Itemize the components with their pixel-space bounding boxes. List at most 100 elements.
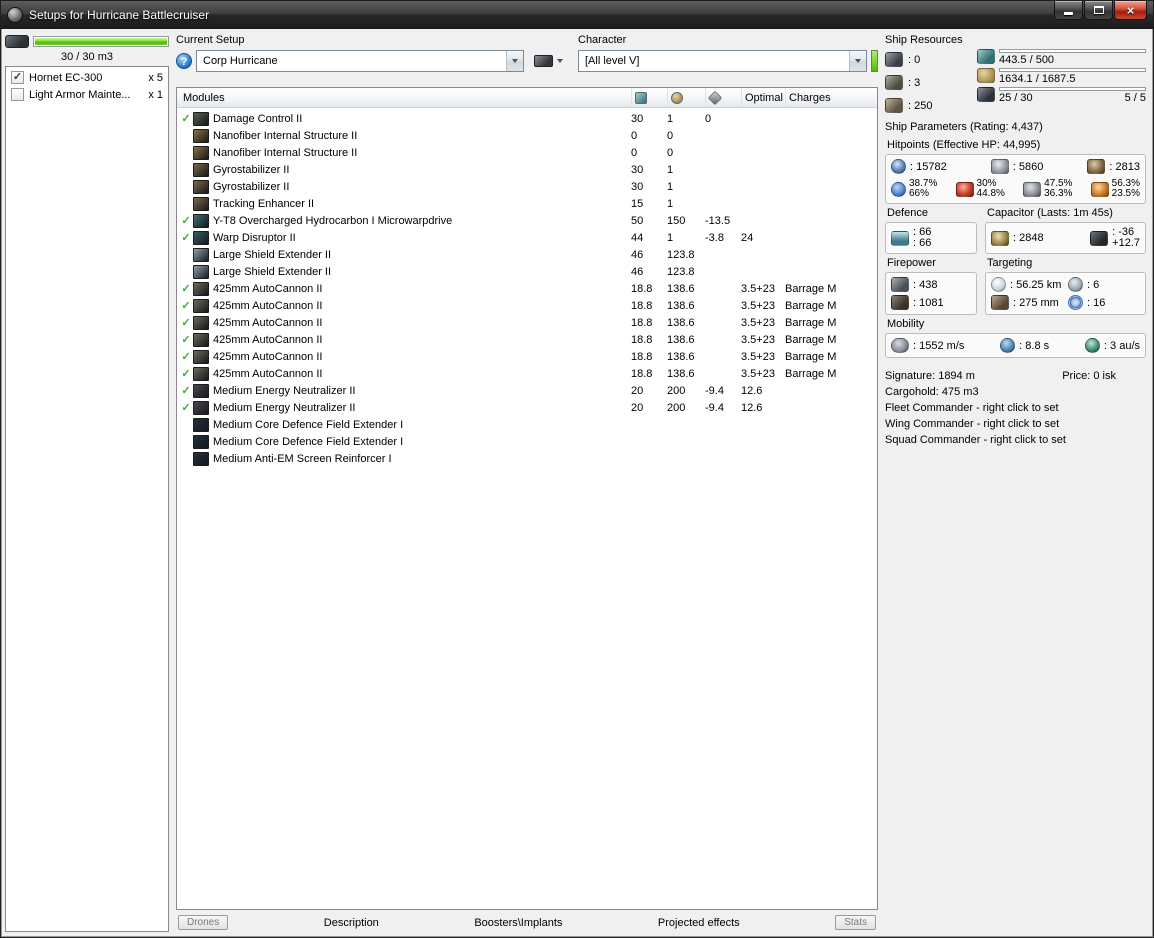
ship-parameters-title: Ship Parameters (Rating: 4,437) xyxy=(885,121,1043,133)
module-row[interactable]: ✓ Warp Disruptor II 44 1 -3.8 24 xyxy=(177,229,877,246)
module-row[interactable]: ✓ 425mm AutoCannon II 18.8 138.6 3.5+23 Barra… xyxy=(177,280,877,297)
module-charge-value: Barrage M xyxy=(785,333,837,346)
charges-column-header[interactable]: Charges xyxy=(785,88,877,107)
wing-commander-hint[interactable]: Wing Commander - right click to set xyxy=(885,416,1146,432)
module-row[interactable]: ✓ Y-T8 Overcharged Hydrocarbon I Microwar… xyxy=(177,212,877,229)
module-pg-value: 138.6 xyxy=(667,333,695,346)
drone-count-text: 5 / 5 xyxy=(1124,92,1146,104)
launcher-hardpoints: : 3 xyxy=(885,74,969,91)
drone-list[interactable]: ✓ Hornet EC-300 x 5 Light Armor Mainte... x … xyxy=(5,66,169,932)
module-cpu-value: 15 xyxy=(631,197,644,210)
module-row[interactable]: ✓ Medium Energy Neutralizer II 20 200 -9.4 12… xyxy=(177,382,877,399)
module-row[interactable]: Large Shield Extender II 46 123.8 xyxy=(177,263,877,280)
module-row[interactable]: Medium Core Defence Field Extender I xyxy=(177,416,877,433)
module-name: Warp Disruptor II xyxy=(213,231,296,244)
turret-hardpoints-icon xyxy=(885,52,903,67)
ship-tool-icon xyxy=(533,55,553,67)
capacitor-amount: : 2848 xyxy=(991,230,1044,246)
tab-projected-effects[interactable]: Projected effects xyxy=(658,917,740,929)
module-cpu-value: 18.8 xyxy=(631,350,653,363)
setup-select-arrow[interactable] xyxy=(506,51,523,71)
module-pg-value: 200 xyxy=(667,384,686,397)
bottom-tabbar: Drones Description Boosters\Implants Pro… xyxy=(176,913,878,932)
drone-bay-icon xyxy=(5,35,29,48)
module-row[interactable]: Nanofiber Internal Structure II 0 0 xyxy=(177,127,877,144)
tab-description[interactable]: Description xyxy=(324,917,379,929)
tab-boosters-implants[interactable]: Boosters\Implants xyxy=(474,917,562,929)
shield-recharge-icon xyxy=(891,230,909,246)
module-pg-value: 1 xyxy=(667,231,674,244)
module-row[interactable]: Medium Anti-EM Screen Reinforcer I xyxy=(177,450,877,467)
setup-select[interactable]: Corp Hurricane xyxy=(196,50,524,72)
module-row[interactable]: ✓ 425mm AutoCannon II 18.8 138.6 3.5+23 Barra… xyxy=(177,297,877,314)
module-cpu-value: 30 xyxy=(631,163,644,176)
module-icon xyxy=(193,145,209,160)
signature-radius: Signature: 1894 m xyxy=(885,370,975,382)
setup-tools-button[interactable] xyxy=(528,50,568,72)
module-row[interactable]: ✓ Damage Control II 30 1 0 xyxy=(177,110,877,127)
module-active-check-icon: ✓ xyxy=(181,232,191,244)
fitting-panel: Current Setup Corp Hurricane xyxy=(176,34,878,932)
module-pg-value: 1 xyxy=(667,180,674,193)
module-name: Medium Energy Neutralizer II xyxy=(213,384,356,397)
optimal-column-header[interactable]: Optimal xyxy=(741,88,785,107)
setup-row: Current Setup Corp Hurricane xyxy=(176,34,878,80)
powergrid-column-header[interactable] xyxy=(667,88,705,107)
capacitor-recharge-value: +12.7 xyxy=(1112,237,1140,249)
drone-checkbox[interactable]: ✓ xyxy=(11,71,24,84)
modules-table: Modules Optimal Charges ✓ Damage Control … xyxy=(176,87,878,910)
module-icon xyxy=(193,383,209,398)
app-icon xyxy=(7,7,23,23)
drone-checkbox[interactable] xyxy=(11,88,24,101)
module-row[interactable]: Gyrostabilizer II 30 1 xyxy=(177,161,877,178)
drone-label: Light Armor Mainte... xyxy=(29,88,131,101)
character-select-arrow[interactable] xyxy=(849,51,866,71)
drone-bandwidth-icon xyxy=(977,87,995,102)
module-active-check-icon: ✓ xyxy=(181,368,191,380)
tab-stats[interactable]: Stats xyxy=(835,915,876,930)
module-row[interactable]: Large Shield Extender II 46 123.8 xyxy=(177,246,877,263)
squad-commander-hint[interactable]: Squad Commander - right click to set xyxy=(885,432,1146,448)
character-select[interactable]: [All level V] xyxy=(578,50,867,72)
targeting-range: : 56.25 km xyxy=(991,277,1064,292)
module-row[interactable]: Gyrostabilizer II 30 1 xyxy=(177,178,877,195)
minimize-button[interactable] xyxy=(1054,1,1083,20)
drone-bay-header xyxy=(5,34,169,49)
module-name: Nanofiber Internal Structure II xyxy=(213,129,358,142)
module-row[interactable]: Nanofiber Internal Structure II 0 0 xyxy=(177,144,877,161)
module-name: Medium Core Defence Field Extender I xyxy=(213,418,404,431)
module-row[interactable]: Tracking Enhancer II 15 1 xyxy=(177,195,877,212)
module-row[interactable]: ✓ 425mm AutoCannon II 18.8 138.6 3.5+23 Barra… xyxy=(177,314,877,331)
em-resist: 38.7% 66% xyxy=(891,179,937,199)
defence-box: : 66 : 66 xyxy=(885,222,977,254)
module-active-check-icon: ✓ xyxy=(181,351,191,363)
defence-title: Defence xyxy=(887,207,928,219)
help-icon[interactable] xyxy=(176,53,192,69)
tab-drones[interactable]: Drones xyxy=(178,915,229,930)
close-button[interactable]: × xyxy=(1114,1,1147,20)
capacitor-title: Capacitor (Lasts: 1m 45s) xyxy=(987,207,1113,219)
module-row[interactable]: ✓ Medium Energy Neutralizer II 20 200 -9.4 12… xyxy=(177,399,877,416)
powergrid-usage-text: 1634.1 / 1687.5 xyxy=(999,73,1076,85)
titlebar[interactable]: Setups for Hurricane Battlecruiser × xyxy=(1,1,1153,29)
module-cap-value: -13.5 xyxy=(705,214,731,227)
module-row[interactable]: ✓ 425mm AutoCannon II 18.8 138.6 3.5+23 Barra… xyxy=(177,365,877,382)
module-name: Medium Energy Neutralizer II xyxy=(213,401,356,414)
cpu-column-header[interactable] xyxy=(631,88,667,107)
capacitor-delta-icon xyxy=(1090,230,1109,246)
module-active-check-icon: ✓ xyxy=(181,385,191,397)
maximize-button[interactable] xyxy=(1084,1,1113,20)
module-icon xyxy=(193,213,209,228)
module-optimal-value: 3.5+23 xyxy=(741,367,775,380)
capacitor-column-header[interactable] xyxy=(705,88,741,107)
module-row[interactable]: Medium Core Defence Field Extender I xyxy=(177,433,877,450)
modules-column-header[interactable]: Modules xyxy=(177,92,631,104)
fleet-commander-hint[interactable]: Fleet Commander - right click to set xyxy=(885,400,1146,416)
drone-bay-capacity: 30 / 30 m3 xyxy=(61,51,113,63)
drone-list-item[interactable]: Light Armor Mainte... x 1 xyxy=(6,86,168,103)
em-resist-icon xyxy=(891,181,906,197)
drone-list-item[interactable]: ✓ Hornet EC-300 x 5 xyxy=(6,69,168,86)
dps-icon xyxy=(891,295,909,310)
module-row[interactable]: ✓ 425mm AutoCannon II 18.8 138.6 3.5+23 Barra… xyxy=(177,348,877,365)
module-row[interactable]: ✓ 425mm AutoCannon II 18.8 138.6 3.5+23 Barra… xyxy=(177,331,877,348)
